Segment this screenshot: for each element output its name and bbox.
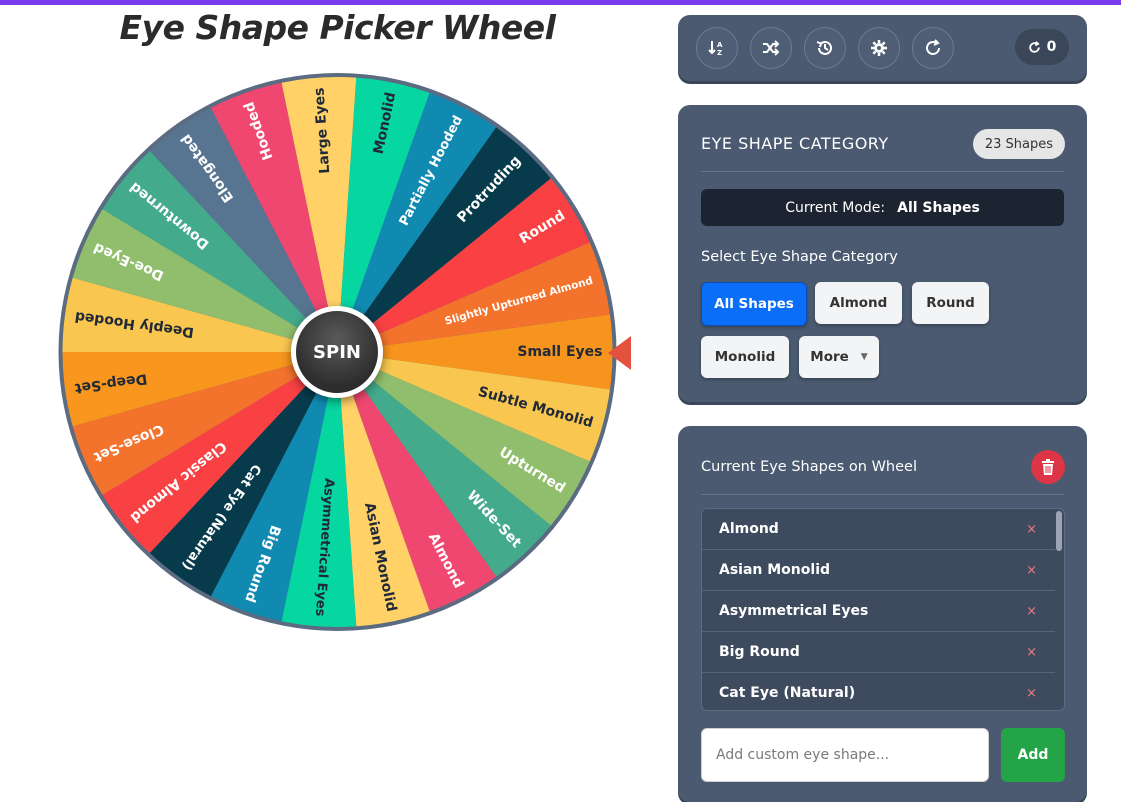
shape-count-badge: 23 Shapes (972, 129, 1065, 159)
gear-icon (871, 40, 887, 56)
clear-all-button[interactable] (1031, 450, 1065, 484)
toolbar-panel: A Z 0 (678, 15, 1087, 81)
list-item-label: Asian Monolid (719, 562, 831, 578)
select-category-label: Select Eye Shape Category (701, 249, 898, 265)
category-round-button[interactable]: Round (912, 282, 989, 324)
remove-item-button[interactable]: × (1026, 645, 1037, 660)
list-item-label: Asymmetrical Eyes (719, 603, 869, 619)
page-title: Eye Shape Picker Wheel (119, 8, 556, 47)
wheel-items-title: Current Eye Shapes on Wheel (701, 459, 917, 475)
spin-count-value: 0 (1046, 39, 1057, 55)
remove-item-button[interactable]: × (1026, 686, 1037, 701)
shuffle-button[interactable] (750, 27, 792, 69)
wheel-items-panel: Current Eye Shapes on Wheel Almond × Asi… (678, 426, 1087, 802)
current-mode-bar: Current Mode: All Shapes (701, 189, 1064, 226)
svg-text:A: A (717, 41, 723, 49)
list-item: Big Round × (702, 632, 1055, 673)
sort-icon: A Z (708, 41, 723, 57)
category-almond-button[interactable]: Almond (815, 282, 902, 324)
wheel-pointer (608, 336, 631, 370)
divider (701, 171, 1064, 172)
category-all-button[interactable]: All Shapes (701, 282, 807, 326)
history-button[interactable] (804, 27, 846, 69)
top-accent-bar (0, 0, 1121, 5)
list-item: Cat Eye (Natural) × (702, 673, 1055, 710)
list-item-label: Almond (719, 521, 779, 537)
category-title: EYE SHAPE CATEGORY (701, 134, 889, 153)
category-more-dropdown[interactable]: More ▼ (799, 336, 879, 378)
custom-shape-input[interactable] (701, 728, 989, 782)
category-panel: EYE SHAPE CATEGORY 23 Shapes Current Mod… (678, 105, 1087, 402)
remove-item-button[interactable]: × (1026, 563, 1037, 578)
list-item: Asian Monolid × (702, 550, 1055, 591)
spin-button[interactable]: SPIN (291, 306, 383, 398)
refresh-icon (926, 39, 940, 55)
mode-label: Current Mode: (785, 199, 886, 216)
category-monolid-button[interactable]: Monolid (701, 336, 789, 378)
list-item-label: Big Round (719, 644, 800, 660)
history-icon (816, 40, 832, 55)
shuffle-icon (763, 40, 780, 56)
list-item-label: Cat Eye (Natural) (719, 685, 856, 701)
settings-button[interactable] (858, 27, 900, 69)
chevron-down-icon: ▼ (860, 352, 868, 362)
list-item: Almond × (702, 509, 1055, 550)
sort-button[interactable]: A Z (696, 27, 738, 69)
list-item: Asymmetrical Eyes × (702, 591, 1055, 632)
remove-item-button[interactable]: × (1026, 522, 1037, 537)
more-label: More (810, 349, 849, 365)
spin-counter: 0 (1015, 29, 1069, 65)
wheel-segment-label: Small Eyes (517, 344, 602, 360)
reset-button[interactable] (912, 27, 954, 69)
mode-value: All Shapes (897, 199, 980, 216)
wheel-items-list[interactable]: Almond × Asian Monolid × Asymmetrical Ey… (701, 508, 1065, 711)
add-shape-button[interactable]: Add (1001, 728, 1065, 782)
divider (701, 494, 1064, 495)
svg-text:Z: Z (717, 49, 722, 57)
counter-refresh-icon (1028, 40, 1040, 53)
trash-icon (1042, 459, 1054, 475)
list-scrollbar[interactable] (1056, 511, 1062, 551)
remove-item-button[interactable]: × (1026, 604, 1037, 619)
